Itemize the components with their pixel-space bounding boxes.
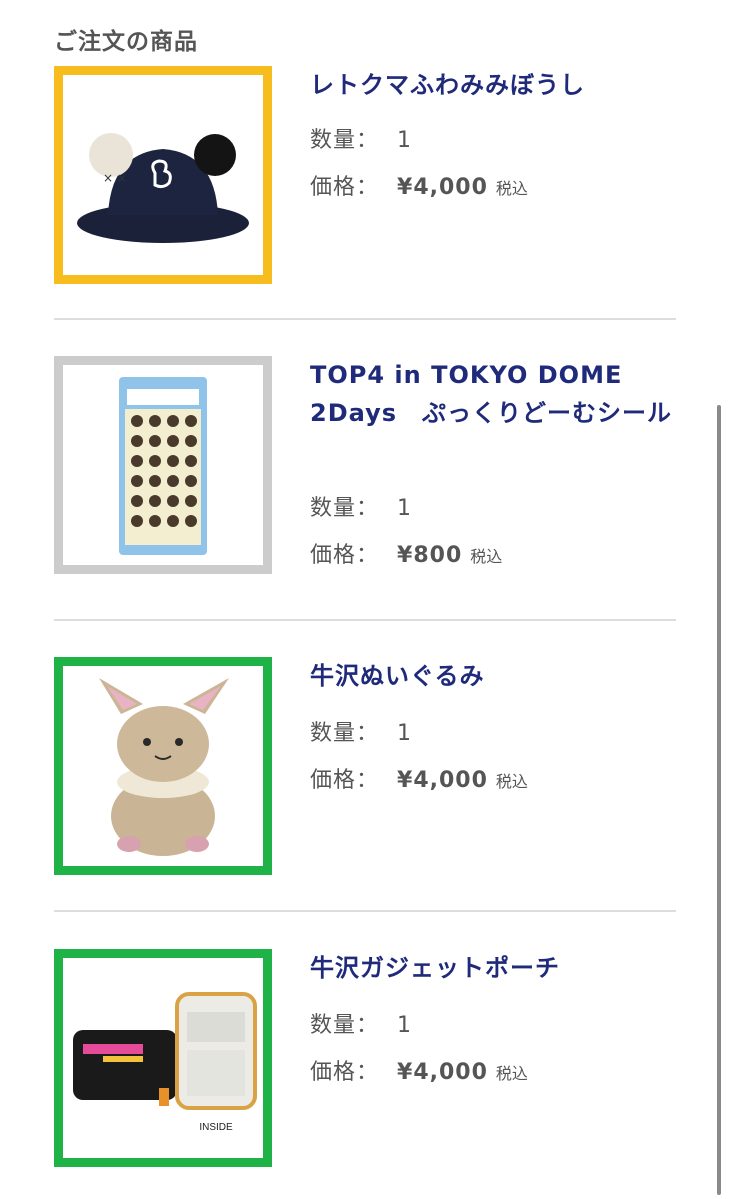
quantity-value: 1 [397, 128, 412, 153]
quantity-row: 数量： 1 [310, 1011, 411, 1041]
quantity-label: 数量： [310, 721, 380, 746]
product-image[interactable] [54, 356, 272, 574]
divider [54, 910, 676, 912]
price-value: ¥4,000 [397, 1060, 488, 1085]
section-title: ご注文の商品 [54, 29, 198, 55]
product-name[interactable]: TOP4 in TOKYO DOME 2Days ぷっくりどーむシール [310, 356, 680, 432]
product-name[interactable]: 牛沢ぬいぐるみ [310, 657, 680, 695]
sticker-sheet-icon [119, 377, 207, 555]
tax-label: 税込 [495, 179, 528, 198]
scrollbar[interactable] [716, 405, 722, 1195]
product-name[interactable]: 牛沢ガジェットポーチ [310, 949, 680, 987]
price-value: ¥4,000 [397, 175, 488, 200]
quantity-value: 1 [397, 721, 412, 746]
inside-caption: INSIDE [199, 1122, 233, 1133]
quantity-row: 数量： 1 [310, 126, 411, 156]
quantity-value: 1 [397, 496, 412, 521]
price-row: 価格： ¥4,000 税込 [310, 1058, 528, 1088]
price-label: 価格： [310, 1060, 380, 1085]
quantity-row: 数量： 1 [310, 494, 411, 524]
scrollbar-thumb[interactable] [717, 405, 721, 1195]
pouch-icon: INSIDE [73, 992, 257, 1133]
product-name[interactable]: レトクマふわみみぼうし [310, 66, 680, 104]
tax-label: 税込 [495, 1064, 528, 1083]
price-label: 価格： [310, 175, 380, 200]
divider [54, 619, 676, 621]
price-value: ¥800 [397, 543, 463, 568]
svg-text:× ×: × × [103, 171, 127, 185]
price-row: 価格： ¥4,000 税込 [310, 173, 528, 203]
quantity-label: 数量： [310, 1013, 380, 1038]
product-image[interactable]: × × [54, 66, 272, 284]
quantity-row: 数量： 1 [310, 719, 411, 749]
price-label: 価格： [310, 768, 380, 793]
price-row: 価格： ¥4,000 税込 [310, 766, 528, 796]
tax-label: 税込 [470, 547, 503, 566]
quantity-label: 数量： [310, 496, 380, 521]
quantity-value: 1 [397, 1013, 412, 1038]
tax-label: 税込 [495, 772, 528, 791]
bucket-hat-icon: × × [77, 133, 249, 243]
divider [54, 318, 676, 320]
quantity-label: 数量： [310, 128, 380, 153]
price-label: 価格： [310, 543, 380, 568]
price-value: ¥4,000 [397, 768, 488, 793]
product-image[interactable] [54, 657, 272, 875]
price-row: 価格： ¥800 税込 [310, 541, 502, 571]
product-image[interactable]: INSIDE [54, 949, 272, 1167]
plush-icon [99, 678, 229, 856]
